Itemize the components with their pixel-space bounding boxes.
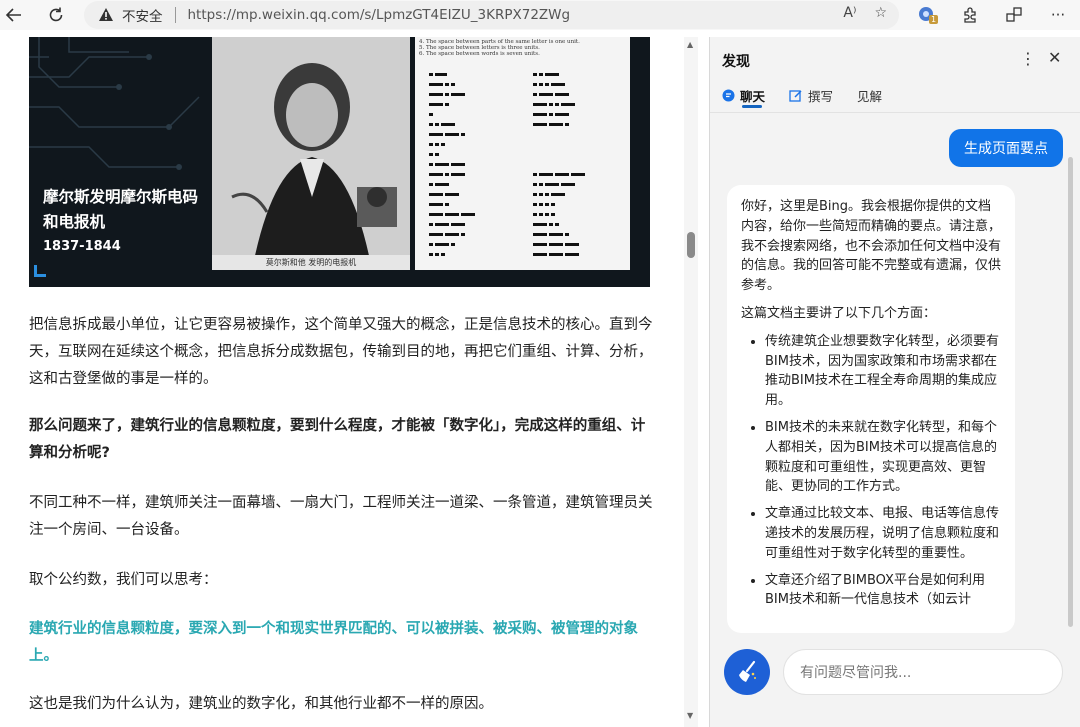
- sidebar-title: 发现: [722, 54, 750, 70]
- browser-toolbar: 不安全 https://mp.weixin.qq.com/s/LpmzGT4EI…: [0, 0, 1080, 30]
- portrait-caption: 莫尔斯和他 发明的电报机: [212, 255, 410, 270]
- chat-input[interactable]: 有问题尽管问我...: [783, 649, 1063, 695]
- address-divider: [174, 7, 176, 23]
- broom-icon: [739, 660, 756, 682]
- more-options-icon[interactable]: ⋮: [1020, 49, 1036, 68]
- chat-response-bubble: 你好，这里是Bing。我会根据你提供的文档内容，给你一些简短而精确的要点。请注意…: [727, 185, 1015, 633]
- favorite-add-icon[interactable]: ☆: [874, 5, 887, 21]
- tab-label: 撰写: [808, 89, 834, 104]
- new-topic-button[interactable]: [724, 649, 770, 695]
- article-question-paragraph: 那么问题来了，建筑行业的信息颗粒度，要到什么程度，才能被「数字化」，完成这样的重…: [29, 418, 646, 461]
- morse-portrait-image: [212, 37, 410, 270]
- sidebar-scrollbar[interactable]: [1068, 157, 1073, 627]
- article-paragraph: 取个公约数，我们可以思考：: [29, 572, 218, 588]
- discover-sidebar: 发现 ⋮ ✕ 聊天 撰写 见解 生成页面要点 你好，这里是Bing。我会根据你提…: [709, 37, 1080, 727]
- list-item: BIM技术的未来就在数字化转型，和每个人都相关，因为BIM技术可以提高信息的颗粒…: [765, 418, 1001, 497]
- chat-bullet-list: 传统建筑企业想要数字化转型，必须要有BIM技术，因为国家政策和市场需求都在推动B…: [765, 332, 1001, 610]
- morse-rule: 6. The space between words is seven unit…: [419, 51, 540, 57]
- generate-key-points-button[interactable]: 生成页面要点: [949, 129, 1063, 167]
- article-scrollbar[interactable]: [684, 37, 698, 727]
- extensions-icon[interactable]: [948, 0, 992, 30]
- article-paragraph: 这也是我们为什么认为，建筑业的数字化，和其他行业都不一样的原因。: [29, 696, 493, 712]
- morse-rules: 4. The space between parts of the same l…: [419, 39, 580, 57]
- address-bar[interactable]: 不安全 https://mp.weixin.qq.com/s/LpmzGT4EI…: [84, 1, 899, 29]
- arrow-left-icon: [5, 8, 21, 22]
- back-button[interactable]: [0, 1, 28, 29]
- read-aloud-icon[interactable]: A⁾: [843, 5, 856, 21]
- tab-label: 见解: [857, 89, 883, 104]
- sidebar-divider: [710, 112, 1080, 113]
- list-item: 文章还介绍了BIMBOX平台是如何利用BIM技术和新一代信息技术（如云计: [765, 571, 1001, 611]
- extension-badge-count: 1: [929, 15, 939, 24]
- chat-intro: 你好，这里是Bing。我会根据你提供的文档内容，给你一些简短而精确的要点。请注意…: [741, 199, 1002, 294]
- close-icon[interactable]: ✕: [1048, 48, 1061, 67]
- collections-icon[interactable]: [992, 0, 1036, 30]
- scroll-down-icon[interactable]: ▼: [687, 711, 693, 720]
- chat-icon: [722, 89, 735, 102]
- tab-chat[interactable]: 聊天: [722, 86, 765, 105]
- tab-label: 聊天: [740, 89, 766, 104]
- active-tab-indicator: [742, 105, 762, 108]
- url-text[interactable]: https://mp.weixin.qq.com/s/LpmzGT4EIZU_3…: [188, 7, 571, 23]
- hero-title: 摩尔斯发明摩尔斯电码和电报机: [43, 188, 199, 231]
- chat-summary-lead: 这篇文档主要讲了以下几个方面：: [741, 305, 937, 321]
- tab-insights[interactable]: 见解: [857, 86, 882, 105]
- article-paragraph: 不同工种不一样，建筑师关注一面幕墙、一扇大门，工程师关注一道梁、一条管道，建筑管…: [29, 495, 653, 538]
- tab-compose[interactable]: 撰写: [789, 86, 833, 105]
- reload-button[interactable]: [42, 1, 70, 29]
- security-status[interactable]: 不安全: [122, 5, 163, 25]
- morse-code-table-image: 4. The space between parts of the same l…: [415, 37, 630, 270]
- article-highlight-paragraph: 建筑行业的信息颗粒度，要深入到一个和现实世界匹配的、可以被拼装、被采购、被管理的…: [29, 621, 638, 664]
- scroll-thumb[interactable]: [687, 232, 695, 258]
- sidebar-tabs: 聊天 撰写 见解: [722, 86, 882, 105]
- hero-image: 摩尔斯发明摩尔斯电码和电报机 1837-1844 莫尔斯和他 发明的电报机 4.…: [29, 37, 650, 287]
- more-menu-icon[interactable]: ···: [1036, 0, 1080, 30]
- list-item: 传统建筑企业想要数字化转型，必须要有BIM技术，因为国家政策和市场需求都在推动B…: [765, 332, 1001, 411]
- refresh-icon: [49, 7, 63, 22]
- extension-badge-icon[interactable]: 1: [904, 0, 948, 30]
- list-item: 文章通过比较文本、电报、电话等信息传递技术的发展历程，说明了信息颗粒度和可重组性…: [765, 504, 1001, 563]
- scroll-up-icon[interactable]: ▲: [687, 40, 693, 49]
- hero-years: 1837-1844: [43, 239, 121, 254]
- compose-icon: [789, 89, 802, 102]
- corner-mark: [34, 265, 46, 277]
- warning-icon: [96, 5, 116, 25]
- article-paragraph: 把信息拆成最小单位，让它更容易被操作，这个简单又强大的概念，正是信息技术的核心。…: [29, 317, 653, 387]
